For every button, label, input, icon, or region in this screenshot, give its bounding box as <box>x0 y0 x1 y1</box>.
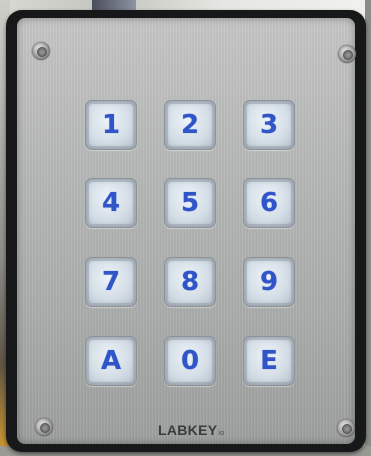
keypad-frame: 1 2 3 4 5 6 7 8 9 A 0 E LABKEYio <box>6 10 366 452</box>
brand-name: LABKEY <box>158 422 218 438</box>
key-label: 0 <box>180 346 200 376</box>
key-5[interactable]: 5 <box>164 178 216 228</box>
keypad-plate: 1 2 3 4 5 6 7 8 9 A 0 E LABKEYio <box>17 18 356 444</box>
key-label: A <box>100 346 122 376</box>
key-3[interactable]: 3 <box>243 100 295 150</box>
key-label: 4 <box>101 188 121 218</box>
key-label: 6 <box>259 188 279 218</box>
key-label: 8 <box>180 267 200 297</box>
screw-icon <box>32 42 50 60</box>
key-label: 9 <box>259 267 279 297</box>
key-label: E <box>260 346 278 376</box>
key-label: 3 <box>259 110 279 140</box>
key-a[interactable]: A <box>85 336 137 386</box>
key-e[interactable]: E <box>243 336 295 386</box>
brand-suffix: io <box>218 430 225 437</box>
key-label: 1 <box>101 110 121 140</box>
screw-icon <box>337 419 355 437</box>
key-6[interactable]: 6 <box>243 178 295 228</box>
key-label: 5 <box>180 188 200 218</box>
key-4[interactable]: 4 <box>85 178 137 228</box>
screw-icon <box>35 418 53 436</box>
key-2[interactable]: 2 <box>164 100 216 150</box>
screw-icon <box>338 45 356 63</box>
key-9[interactable]: 9 <box>243 257 295 307</box>
brand-logo: LABKEYio <box>158 422 224 438</box>
key-7[interactable]: 7 <box>85 257 137 307</box>
key-0[interactable]: 0 <box>164 336 216 386</box>
key-label: 7 <box>101 267 121 297</box>
key-8[interactable]: 8 <box>164 257 216 307</box>
key-label: 2 <box>180 110 200 140</box>
key-1[interactable]: 1 <box>85 100 137 150</box>
